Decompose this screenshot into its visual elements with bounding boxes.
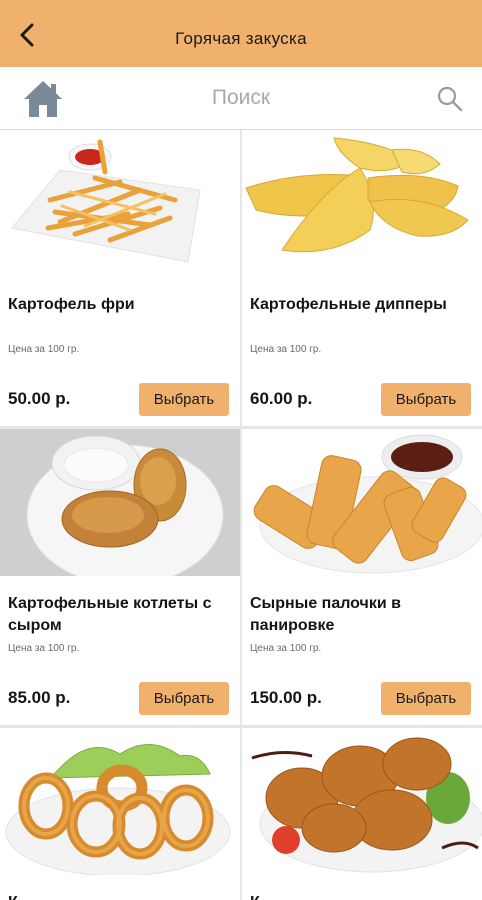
choose-button[interactable]: Выбрать	[139, 383, 229, 416]
product-card[interactable]: Картофель фри Цена за 100 гр. 50.00 р. В…	[0, 130, 240, 426]
search-input[interactable]: Поиск	[0, 86, 482, 110]
product-card[interactable]: Картофельные дипперы Цена за 100 гр. 60.…	[242, 130, 482, 426]
search-button[interactable]	[436, 85, 464, 113]
product-card[interactable]: Сырные палочки в панировке Цена за 100 г…	[242, 429, 482, 725]
product-price: 60.00 р.	[250, 389, 313, 408]
app-header: Горячая закуска	[0, 0, 482, 67]
product-image-chicken-nuggets	[242, 728, 482, 875]
price-note: Цена за 100 гр.	[8, 643, 80, 654]
product-name: Картофельные котлеты с сыром	[8, 595, 212, 634]
page-title: Горячая закуска	[175, 29, 307, 48]
product-name: Картофель фри	[8, 296, 135, 313]
product-image-onion-rings	[0, 728, 240, 875]
product-price: 85.00 р.	[8, 688, 71, 707]
search-bar: Поиск	[0, 67, 482, 130]
product-image-potato-cutlets	[0, 429, 240, 576]
price-note: Цена за 100 гр.	[250, 344, 322, 355]
product-card[interactable]: К	[0, 728, 240, 900]
product-name: К	[250, 892, 478, 900]
product-image-fries	[0, 130, 240, 277]
price-note: Цена за 100 гр.	[250, 643, 322, 654]
product-card[interactable]: К	[242, 728, 482, 900]
product-image-cheese-sticks	[242, 429, 482, 576]
choose-button[interactable]: Выбрать	[381, 682, 471, 715]
product-price: 150.00 р.	[250, 688, 322, 707]
product-image-potato-wedges	[242, 130, 482, 277]
product-name: К	[8, 892, 236, 900]
product-name: Картофельные дипперы	[250, 296, 447, 313]
price-note: Цена за 100 гр.	[8, 344, 80, 355]
choose-button[interactable]: Выбрать	[139, 682, 229, 715]
product-price: 50.00 р.	[8, 389, 71, 408]
product-name: Сырные палочки в панировке	[250, 595, 401, 634]
choose-button[interactable]: Выбрать	[381, 383, 471, 416]
product-card[interactable]: Картофельные котлеты с сыром Цена за 100…	[0, 429, 240, 725]
search-icon	[437, 86, 463, 112]
